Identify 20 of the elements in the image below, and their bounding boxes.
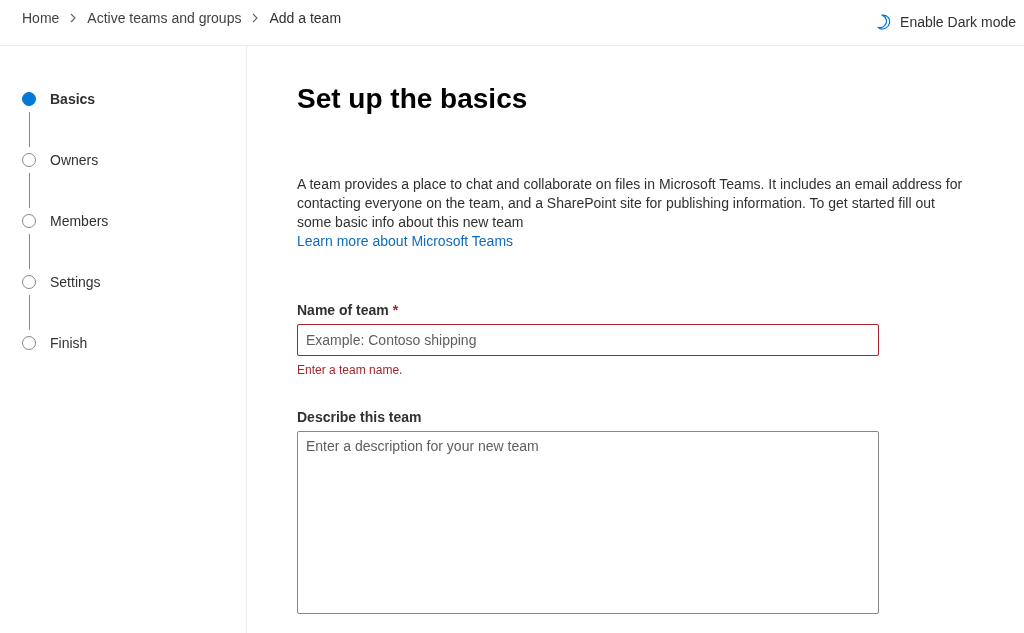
description-field[interactable]: Enter a description for your new team — [297, 431, 879, 614]
step-item[interactable]: Finish — [22, 333, 88, 353]
field-label: Name of team * — [297, 301, 399, 320]
dark-mode-button[interactable]: Enable Dark mode — [877, 9, 1016, 31]
step-item[interactable]: Members — [22, 211, 109, 231]
chevron-right-icon — [70, 13, 77, 23]
breadcrumb-link[interactable]: Home — [22, 9, 60, 27]
error-message: Enter a team name. — [297, 362, 403, 378]
moon-icon — [877, 14, 892, 30]
breadcrumb-link[interactable]: Active teams and groups — [87, 9, 242, 27]
description-text: A team provides a place to chat and collaborate on files in Microsoft Teams. It includes an email address for contacting everyone on the team, and a SharePoint site for publishing information. To get started fill out some basic info about this new team — [297, 175, 964, 232]
chevron-right-icon — [252, 13, 259, 23]
learn-more-link[interactable]: Learn more about Microsoft Teams — [297, 232, 514, 251]
field-label: Describe this team — [297, 408, 422, 427]
breadcrumb-link[interactable]: Add a team — [269, 9, 342, 27]
step-item[interactable]: Settings — [22, 272, 101, 292]
step-item[interactable]: Basics — [22, 89, 96, 109]
page-title: Set up the basics — [297, 82, 528, 116]
step-item[interactable]: Owners — [22, 150, 99, 170]
team-name-field[interactable]: Example: Contoso shipping — [297, 324, 879, 356]
